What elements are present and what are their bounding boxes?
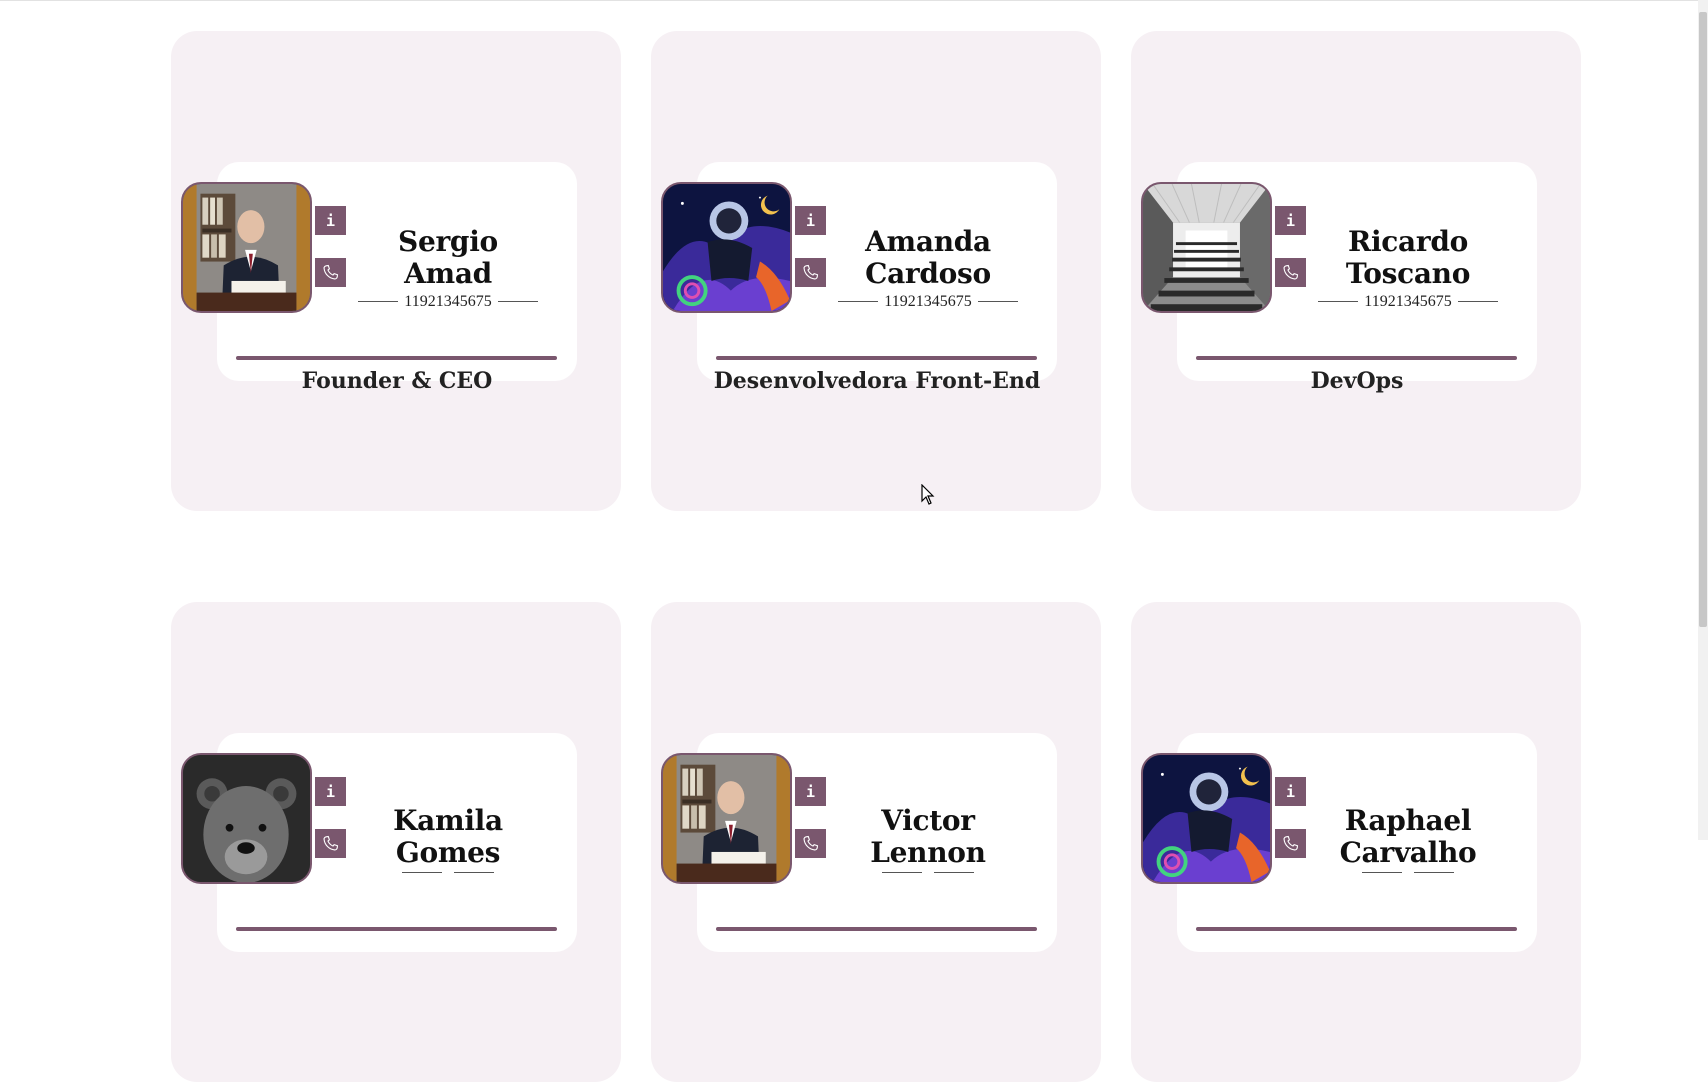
- info-button[interactable]: i: [315, 206, 346, 235]
- name-block: Amanda Cardoso 11921345675: [835, 201, 1021, 335]
- team-member-card: i Sergio Amad 11921345675 Founder & CEO: [171, 31, 621, 511]
- team-member-card: i Amanda Cardoso 11921345675 Desenvolved…: [651, 31, 1101, 511]
- phone-row: [1362, 872, 1454, 873]
- phone-dash-left: [1318, 301, 1359, 302]
- phone-dash-right: [1457, 301, 1498, 302]
- phone-icon: [323, 835, 339, 851]
- phone-dash-right: [454, 872, 494, 873]
- call-button[interactable]: [1275, 258, 1306, 287]
- info-icon: i: [1285, 782, 1296, 801]
- team-member-card: i Victor Lennon: [651, 602, 1101, 1082]
- name-block: Kamila Gomes: [355, 772, 541, 906]
- member-role: Founder & CEO: [301, 368, 493, 394]
- phone-dash-left: [358, 301, 399, 302]
- card-divider: [716, 356, 1037, 360]
- tunnel-staircase-photo: [1143, 184, 1270, 311]
- phone-dash-left: [402, 872, 442, 873]
- avatar: [661, 753, 792, 884]
- member-phone: 11921345675: [1364, 292, 1452, 310]
- phone-icon: [1283, 835, 1299, 851]
- phone-dash-right: [1414, 872, 1454, 873]
- card-divider: [1196, 927, 1517, 931]
- phone-dash-left: [838, 301, 879, 302]
- mouse-cursor: [921, 484, 935, 505]
- info-button[interactable]: i: [315, 777, 346, 806]
- phone-dash-right: [497, 301, 538, 302]
- phone-icon: [323, 264, 339, 280]
- team-member-card: i Raphael Carvalho: [1131, 602, 1581, 1082]
- info-icon: i: [1285, 211, 1296, 230]
- name-block: Victor Lennon: [835, 772, 1021, 906]
- member-name: Sergio Amad: [398, 224, 498, 290]
- phone-icon: [803, 835, 819, 851]
- name-block: Sergio Amad 11921345675: [355, 201, 541, 335]
- space-astronaut-art-photo: [663, 184, 790, 311]
- avatar: [181, 753, 312, 884]
- call-button[interactable]: [1275, 829, 1306, 858]
- call-button[interactable]: [795, 829, 826, 858]
- portrait-man-reading-photo: [183, 184, 310, 311]
- member-name: Victor Lennon: [870, 804, 986, 869]
- info-icon: i: [325, 782, 336, 801]
- phone-row: 11921345675: [1318, 292, 1498, 311]
- phone-row: 11921345675: [838, 292, 1018, 311]
- info-button[interactable]: i: [795, 777, 826, 806]
- bear-portrait-photo: [183, 755, 310, 882]
- portrait-man-reading-photo: [663, 755, 790, 882]
- phone-row: [882, 872, 974, 873]
- name-block: Ricardo Toscano 11921345675: [1315, 201, 1501, 335]
- team-member-card: i Kamila Gomes: [171, 602, 621, 1082]
- info-button[interactable]: i: [1275, 777, 1306, 806]
- avatar: [1141, 753, 1272, 884]
- scrollbar-track[interactable]: [1698, 0, 1708, 840]
- member-name: Ricardo Toscano: [1345, 224, 1471, 290]
- phone-icon: [803, 264, 819, 280]
- info-button[interactable]: i: [795, 206, 826, 235]
- info-button[interactable]: i: [1275, 206, 1306, 235]
- info-icon: i: [805, 782, 816, 801]
- phone-row: [402, 872, 494, 873]
- info-icon: i: [325, 211, 336, 230]
- card-divider: [236, 927, 557, 931]
- member-phone: 11921345675: [404, 292, 492, 310]
- member-name: Raphael Carvalho: [1339, 804, 1477, 869]
- top-border: [0, 0, 1708, 1]
- phone-dash-right: [977, 301, 1018, 302]
- avatar: [181, 182, 312, 313]
- member-role: DevOps: [1310, 368, 1404, 394]
- space-astronaut-art-photo: [1143, 755, 1270, 882]
- card-divider: [236, 356, 557, 360]
- member-phone: 11921345675: [884, 292, 972, 310]
- member-name: Amanda Cardoso: [865, 224, 991, 290]
- scrollbar-thumb[interactable]: [1699, 12, 1707, 627]
- info-icon: i: [805, 211, 816, 230]
- avatar: [661, 182, 792, 313]
- phone-dash-left: [1362, 872, 1402, 873]
- call-button[interactable]: [795, 258, 826, 287]
- card-divider: [1196, 356, 1517, 360]
- call-button[interactable]: [315, 829, 346, 858]
- team-member-card: i Ricardo Toscano 11921345675 DevOps: [1131, 31, 1581, 511]
- member-role: Desenvolvedora Front-End: [713, 368, 1041, 394]
- card-divider: [716, 927, 1037, 931]
- avatar: [1141, 182, 1272, 313]
- member-name: Kamila Gomes: [393, 804, 503, 869]
- phone-dash-left: [882, 872, 922, 873]
- phone-row: 11921345675: [358, 292, 538, 311]
- name-block: Raphael Carvalho: [1315, 772, 1501, 906]
- phone-dash-right: [934, 872, 974, 873]
- call-button[interactable]: [315, 258, 346, 287]
- phone-icon: [1283, 264, 1299, 280]
